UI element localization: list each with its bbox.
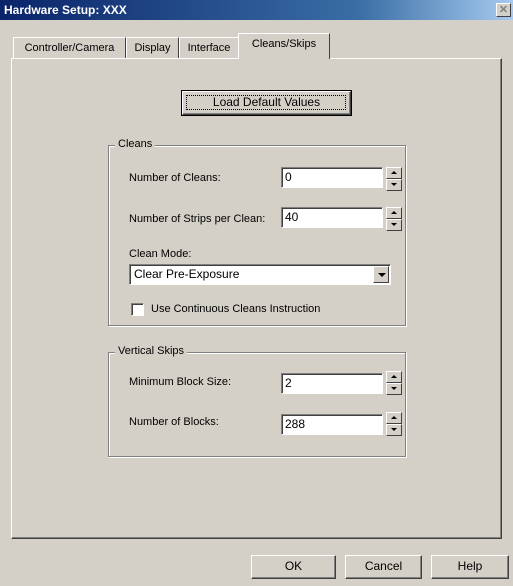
- button-label: Help: [457, 559, 483, 573]
- strips-per-clean-spinner[interactable]: [386, 207, 402, 231]
- cancel-button[interactable]: Cancel: [345, 555, 422, 579]
- tab-interface[interactable]: Interface: [179, 37, 239, 59]
- tab-label: Display: [134, 42, 171, 54]
- window-title: Hardware Setup: XXX: [4, 3, 127, 17]
- focus-indicator: [186, 95, 346, 110]
- tab-panel-cleans-skips: Load Default Values Cleans Number of Cle…: [11, 58, 502, 539]
- close-button[interactable]: ✕: [496, 3, 511, 17]
- spin-down-arrow-icon[interactable]: [386, 383, 402, 395]
- vertical-skips-legend: Vertical Skips: [115, 345, 188, 357]
- spin-up-arrow-icon[interactable]: [386, 167, 402, 179]
- ok-button[interactable]: OK: [251, 555, 336, 579]
- close-icon: ✕: [498, 4, 509, 16]
- number-of-blocks-spinner[interactable]: [386, 412, 402, 436]
- spin-down-arrow-icon[interactable]: [386, 424, 402, 436]
- spin-up-arrow-icon[interactable]: [386, 412, 402, 424]
- title-bar: Hardware Setup: XXX ✕: [0, 0, 513, 20]
- clean-mode-select[interactable]: Clear Pre-Exposure: [129, 264, 391, 285]
- cleans-group: Cleans Number of Cleans: 0 Number of Str…: [108, 138, 406, 326]
- clean-mode-label: Clean Mode:: [129, 248, 192, 260]
- spin-up-arrow-icon[interactable]: [386, 207, 402, 219]
- button-label: Cancel: [364, 559, 403, 573]
- number-of-blocks-input[interactable]: 288: [281, 414, 383, 435]
- strips-per-clean-label: Number of Strips per Clean:: [129, 213, 266, 225]
- tab-label: Cleans/Skips: [251, 38, 317, 50]
- clean-mode-selected-value: Clear Pre-Exposure: [134, 267, 240, 281]
- load-default-values-button[interactable]: Load Default Values: [181, 90, 352, 116]
- spin-down-arrow-icon[interactable]: [386, 179, 402, 191]
- help-button[interactable]: Help: [431, 555, 509, 579]
- continuous-cleans-label[interactable]: Use Continuous Cleans Instruction: [151, 303, 320, 315]
- min-block-size-label: Minimum Block Size:: [129, 376, 232, 388]
- number-of-cleans-spinner[interactable]: [386, 167, 402, 191]
- min-block-size-input[interactable]: 2: [281, 373, 383, 394]
- tab-cleans-skips[interactable]: Cleans/Skips: [238, 33, 330, 59]
- cleans-legend: Cleans: [115, 138, 156, 150]
- spin-down-arrow-icon[interactable]: [386, 219, 402, 231]
- number-of-blocks-label: Number of Blocks:: [129, 416, 219, 428]
- spin-up-arrow-icon[interactable]: [386, 371, 402, 383]
- tab-label: Interface: [187, 42, 231, 54]
- strips-per-clean-input[interactable]: 40: [281, 207, 383, 228]
- button-label: OK: [284, 559, 303, 573]
- vertical-skips-group: Vertical Skips Minimum Block Size: 2 Num…: [108, 345, 406, 457]
- dropdown-arrow-icon[interactable]: [373, 266, 389, 283]
- number-of-cleans-label: Number of Cleans:: [129, 172, 221, 184]
- number-of-cleans-input[interactable]: 0: [281, 167, 383, 188]
- min-block-size-spinner[interactable]: [386, 371, 402, 395]
- tab-controller-camera[interactable]: Controller/Camera: [13, 37, 126, 59]
- continuous-cleans-checkbox[interactable]: [131, 303, 144, 316]
- tab-label: Controller/Camera: [24, 42, 115, 54]
- tab-display[interactable]: Display: [126, 37, 179, 59]
